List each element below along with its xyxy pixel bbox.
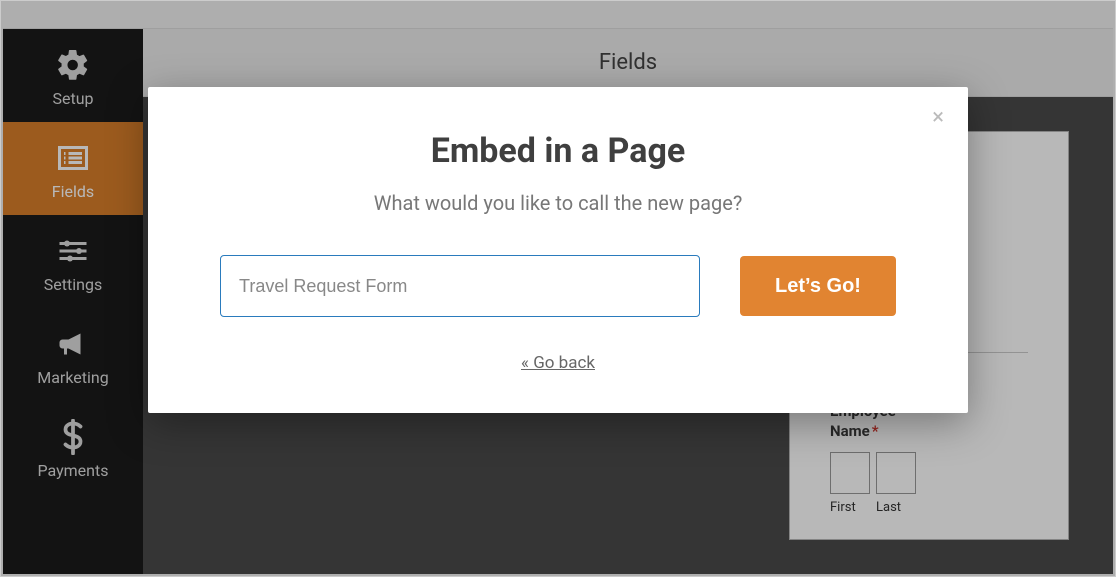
modal-title: Embed in a Page bbox=[202, 131, 914, 171]
app-frame: Setup Fields Settings Marketing Payments… bbox=[0, 0, 1116, 577]
close-icon[interactable]: × bbox=[932, 105, 944, 130]
modal-input-row: Let’s Go! bbox=[202, 255, 914, 317]
page-name-input[interactable] bbox=[220, 255, 700, 317]
embed-modal: × Embed in a Page What would you like to… bbox=[148, 87, 968, 413]
lets-go-button[interactable]: Let’s Go! bbox=[740, 256, 896, 316]
go-back-link[interactable]: « Go back bbox=[202, 353, 914, 373]
modal-subtitle: What would you like to call the new page… bbox=[202, 191, 914, 215]
